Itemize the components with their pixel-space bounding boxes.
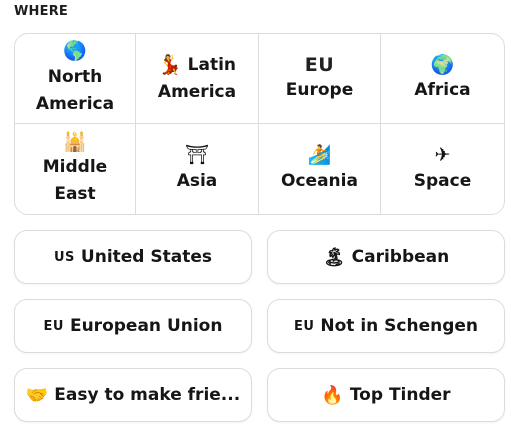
- globe-americas-icon: 🌎: [63, 40, 87, 62]
- filter-european-union-button[interactable]: EU European Union: [14, 299, 252, 353]
- region-north-america[interactable]: 🌎 North America: [15, 34, 136, 124]
- region-latin-america[interactable]: 💃 Latin America: [136, 34, 259, 124]
- handshake-icon: 🤝: [25, 384, 49, 406]
- region-label: America: [35, 93, 115, 114]
- region-africa[interactable]: 🌍 Africa: [381, 34, 504, 124]
- region-grid: 🌎 North America 💃 Latin America EU Europ…: [14, 33, 505, 215]
- region-label: East: [54, 184, 96, 204]
- dancer-icon: 💃: [157, 53, 182, 76]
- region-label: Space: [413, 170, 472, 191]
- region-space[interactable]: ✈ Space: [381, 124, 504, 214]
- filter-caribbean-button[interactable]: 🏝 Caribbean: [267, 230, 505, 284]
- region-label: Europe: [285, 80, 354, 100]
- beach-island-icon: 🏝: [322, 246, 346, 268]
- region-label: America: [157, 81, 237, 102]
- filter-not-in-schengen-button[interactable]: EU Not in Schengen: [267, 299, 505, 353]
- globe-africa-icon: 🌍: [430, 53, 455, 76]
- region-label: Asia: [176, 170, 218, 191]
- eu-code-icon: EU: [304, 53, 335, 76]
- region-oceania[interactable]: 🏄 Oceania: [259, 124, 381, 214]
- filter-top-tinder-button[interactable]: 🔥 Top Tinder: [267, 368, 505, 422]
- filter-united-states-button[interactable]: US United States: [14, 230, 252, 284]
- filter-label: European Union: [69, 316, 223, 336]
- fire-icon: 🔥: [321, 384, 344, 406]
- section-label-where: WHERE: [14, 4, 68, 19]
- region-label: North: [47, 66, 103, 87]
- us-code-icon: US: [53, 249, 75, 265]
- region-label: Africa: [414, 80, 471, 100]
- region-label: Middle: [42, 157, 108, 177]
- region-asia[interactable]: ⛩ Asia: [136, 124, 259, 214]
- filter-label: Not in Schengen: [320, 316, 479, 336]
- rocket-icon: ✈: [434, 144, 451, 166]
- surfer-icon: 🏄: [307, 144, 332, 166]
- eu-code-icon: EU: [293, 318, 315, 334]
- region-europe[interactable]: EU Europe: [259, 34, 381, 124]
- eu-code-icon: EU: [43, 318, 64, 334]
- torii-gate-icon: ⛩: [184, 144, 210, 166]
- filter-label: Caribbean: [351, 247, 450, 267]
- region-label: Oceania: [281, 170, 358, 191]
- filter-label: Top Tinder: [349, 385, 451, 405]
- filter-easy-to-make-friends-button[interactable]: 🤝 Easy to make frie...: [14, 368, 252, 422]
- filter-label: Easy to make frie...: [54, 385, 241, 405]
- mosque-icon: 🕌: [63, 130, 87, 153]
- region-middle-east[interactable]: 🕌 Middle East: [15, 124, 136, 214]
- filter-label: United States: [80, 247, 213, 267]
- region-label: Latin: [187, 54, 237, 75]
